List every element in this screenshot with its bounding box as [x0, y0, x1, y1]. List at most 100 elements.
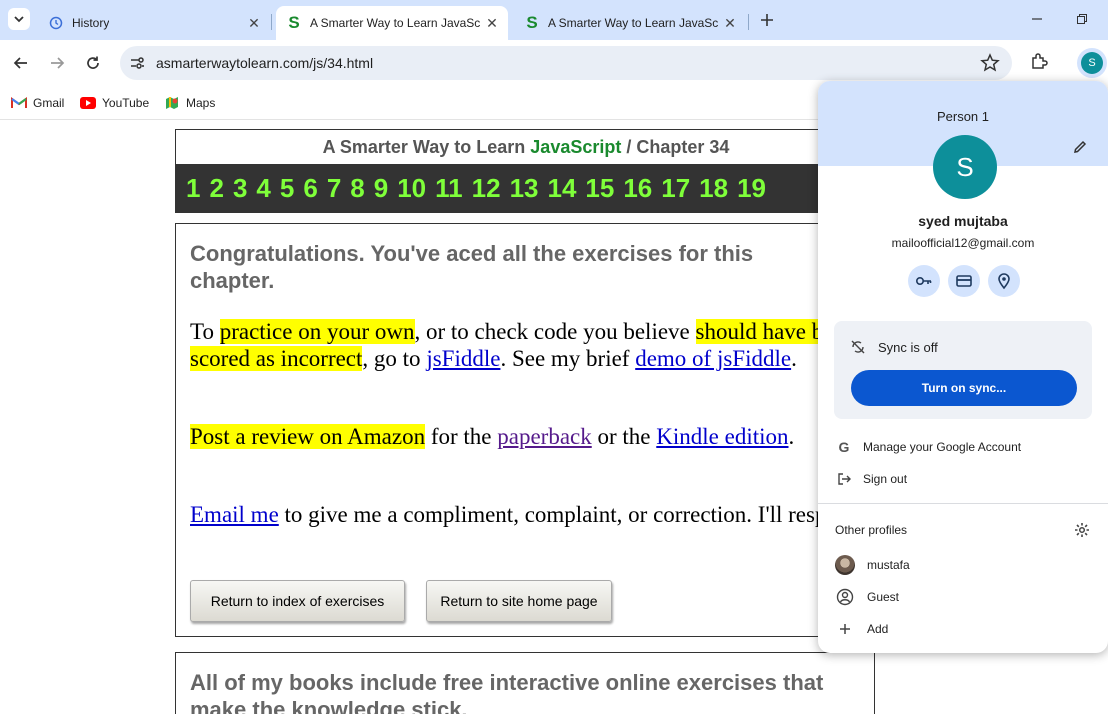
chapter-link[interactable]: 13 [510, 173, 539, 204]
avatar: S [1081, 52, 1103, 74]
text: or the [591, 424, 657, 449]
turn-on-sync-button[interactable]: Turn on sync... [851, 370, 1077, 406]
plus-icon [835, 619, 855, 639]
history-icon [48, 15, 64, 31]
return-to-home-button[interactable]: Return to site home page [426, 580, 612, 622]
books-promo-box: All of my books include free interactive… [175, 652, 875, 714]
account-name: syed mujtaba [918, 213, 1008, 229]
sign-out-item[interactable]: Sign out [818, 464, 1108, 494]
close-tab-icon[interactable]: ✕ [484, 15, 500, 31]
profile-item-guest[interactable]: Guest [818, 581, 1108, 611]
jsfiddle-demo-link[interactable]: demo of jsFiddle [635, 346, 791, 371]
extensions-puzzle-icon[interactable] [1029, 51, 1049, 71]
chapter-link[interactable]: 12 [472, 173, 501, 204]
person-label: Person 1 [936, 109, 990, 124]
guest-icon [835, 587, 855, 607]
tab-search-button[interactable] [8, 8, 30, 30]
chapter-link[interactable]: 5 [280, 173, 294, 204]
back-button[interactable] [9, 51, 33, 75]
chapter-link[interactable]: 1 [186, 173, 200, 204]
text: for the [425, 424, 498, 449]
bookmark-youtube[interactable]: YouTube [80, 93, 149, 113]
practice-paragraph: To practice on your own, or to check cod… [190, 318, 870, 372]
chapter-link[interactable]: 6 [303, 173, 317, 204]
other-profiles-heading: Other profiles [835, 523, 908, 537]
chapter-link[interactable]: 10 [397, 173, 426, 204]
tab-separator [748, 14, 749, 30]
credit-card-icon [956, 275, 972, 287]
chapter-link[interactable]: 8 [350, 173, 364, 204]
chapter-link[interactable]: 2 [209, 173, 223, 204]
edit-pencil-icon[interactable] [1072, 139, 1088, 155]
bookmark-star-icon[interactable] [980, 53, 1000, 73]
gear-icon[interactable] [1074, 522, 1090, 538]
address-bar[interactable]: asmarterwaytolearn.com/js/34.html [120, 46, 1012, 80]
paperback-link[interactable]: paperback [497, 424, 592, 449]
payment-methods-button[interactable] [948, 265, 980, 297]
title-separator: / [621, 137, 637, 157]
addresses-button[interactable] [988, 265, 1020, 297]
manage-google-account-item[interactable]: G Manage your Google Account [818, 432, 1108, 462]
youtube-icon [80, 96, 96, 110]
chapter-link[interactable]: 15 [585, 173, 614, 204]
profile-name: Add [867, 622, 889, 636]
reload-icon [87, 56, 99, 69]
profile-menu-popup: Person 1 S syed mujtaba mailoofficial12@… [818, 81, 1108, 653]
menu-item-label: Sign out [863, 472, 908, 486]
chapter-link[interactable]: 19 [737, 173, 766, 204]
return-to-index-button[interactable]: Return to index of exercises [190, 580, 405, 622]
back-arrow-icon [13, 57, 27, 69]
chapter-link[interactable]: 3 [233, 173, 247, 204]
bookmark-maps[interactable]: Maps [164, 93, 215, 113]
quick-actions [908, 265, 1020, 297]
congrats-heading: Congratulations. You've aced all the exe… [190, 241, 754, 293]
chapter-link[interactable]: 7 [327, 173, 341, 204]
bookmark-gmail[interactable]: Gmail [11, 93, 64, 113]
new-tab-button[interactable] [756, 9, 778, 31]
tab-separator [271, 14, 272, 30]
maps-icon [164, 96, 180, 110]
highlight-text: practice on your own [219, 319, 415, 344]
close-tab-icon[interactable]: ✕ [246, 15, 262, 31]
chapter-link[interactable]: 14 [547, 173, 576, 204]
result-box: Congratulations. You've aced all the exe… [175, 223, 875, 637]
reload-button[interactable] [81, 51, 105, 75]
profile-name: mustafa [867, 558, 910, 572]
profile-item-mustafa[interactable]: mustafa [818, 549, 1108, 579]
url-text[interactable]: asmarterwaytolearn.com/js/34.html [156, 55, 373, 71]
tab-title: A Smarter Way to Learn JavaScr [548, 16, 718, 30]
chapter-number-nav: 1 2 3 4 5 6 7 8 9 10 11 12 13 14 15 16 17 18 19 [176, 164, 874, 212]
jsfiddle-link[interactable]: jsFiddle [426, 346, 500, 371]
minimize-button[interactable] [1026, 8, 1048, 30]
text: to give me a compliment, complaint, or c… [278, 502, 867, 527]
sync-off-icon [851, 340, 865, 354]
email-me-link[interactable]: Email me [190, 502, 279, 527]
chapter-link[interactable]: 17 [661, 173, 690, 204]
bookmark-label: Gmail [33, 96, 65, 110]
google-g-icon: G [838, 439, 850, 455]
chapter-link[interactable]: 4 [256, 173, 270, 204]
bookmark-label: YouTube [102, 96, 150, 110]
title-chapter: Chapter 34 [636, 137, 730, 157]
add-profile-item[interactable]: Add [818, 613, 1108, 643]
forward-button[interactable] [45, 51, 69, 75]
chapter-link[interactable]: 16 [623, 173, 652, 204]
sync-status: Sync is off [878, 340, 938, 355]
page-title: A Smarter Way to Learn JavaScript / Chap… [176, 137, 876, 158]
chapter-link[interactable]: 18 [699, 173, 728, 204]
chapter-link[interactable]: 9 [374, 173, 388, 204]
passwords-button[interactable] [908, 265, 940, 297]
chevron-down-icon [14, 16, 24, 23]
chapter-header-box: A Smarter Way to Learn JavaScript / Chap… [175, 129, 875, 213]
books-promo-text: All of my books include free interactive… [190, 670, 824, 714]
profile-button[interactable]: S [1077, 48, 1107, 78]
text: , or to check code you believe [414, 319, 696, 344]
tab-active-smarter-way[interactable]: S A Smarter Way to Learn JavaScr ✕ [276, 6, 508, 40]
chapter-link[interactable]: 11 [435, 173, 463, 204]
close-tab-icon[interactable]: ✕ [722, 15, 738, 31]
tab-history[interactable]: History ✕ [38, 6, 270, 40]
tab-smarter-way-2[interactable]: S A Smarter Way to Learn JavaScr ✕ [514, 6, 746, 40]
site-info-icon[interactable] [128, 54, 146, 72]
restore-button[interactable] [1071, 8, 1093, 30]
kindle-edition-link[interactable]: Kindle edition [656, 424, 788, 449]
